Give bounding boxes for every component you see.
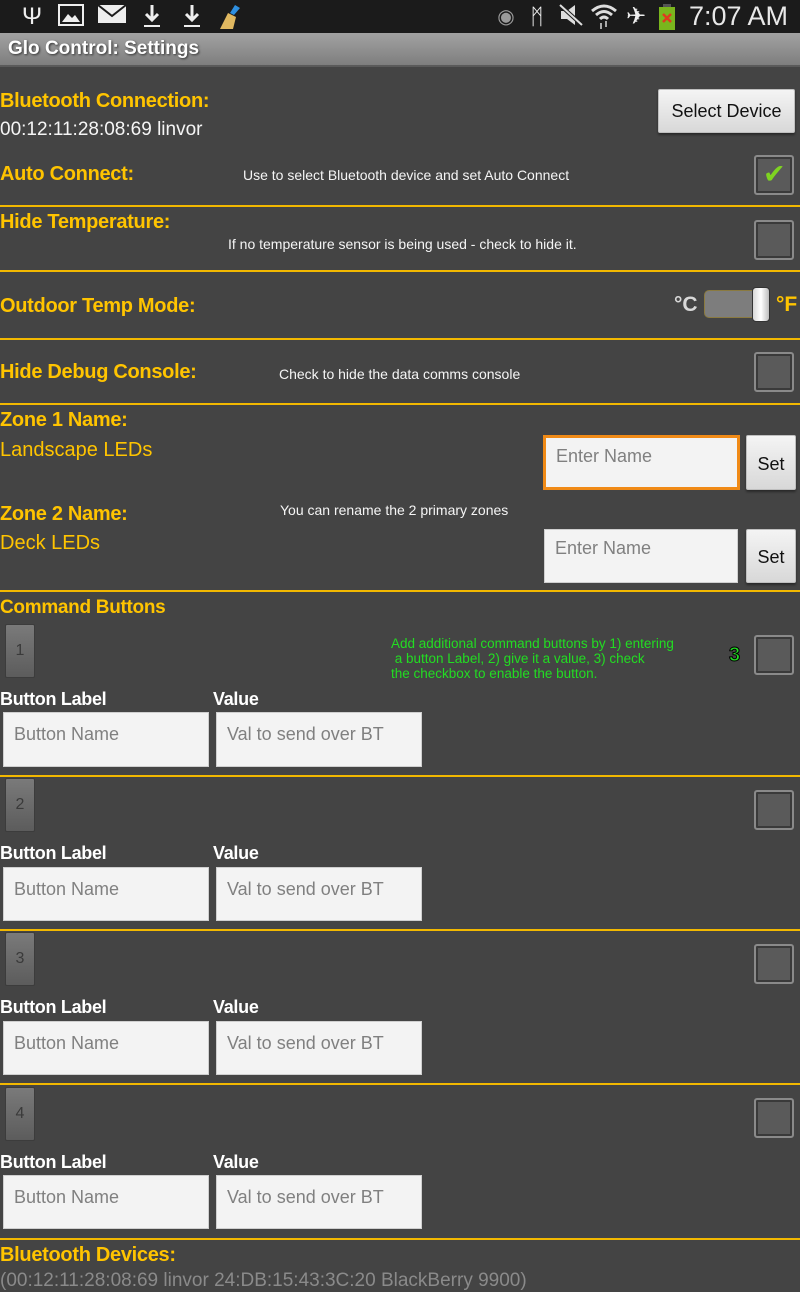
eye-icon: ◉ — [497, 6, 515, 28]
button-label-header: Button Label — [0, 997, 107, 1017]
mail-icon — [97, 3, 127, 31]
value-header: Value — [213, 1152, 259, 1172]
fahrenheit-label: °F — [776, 293, 798, 316]
zone-1-name: Landscape LEDs — [0, 439, 153, 461]
auto-connect-hint: Use to select Bluetooth device and set A… — [243, 167, 570, 183]
celsius-label: °C — [674, 293, 698, 316]
command-button-4-value-input[interactable]: Val to send over BT — [216, 1175, 422, 1229]
command-buttons-hint: Add additional command buttons by 1) ent… — [391, 636, 674, 681]
download-icon — [142, 3, 162, 31]
hide-debug-console-hint: Check to hide the data comms console — [279, 366, 521, 382]
command-button-3-value-input[interactable]: Val to send over BT — [216, 1021, 422, 1075]
command-button-1-label-input[interactable]: Button Name — [3, 712, 209, 767]
bluetooth-icon: ᛗ — [530, 4, 544, 29]
command-button-2-value-input[interactable]: Val to send over BT — [216, 867, 422, 921]
connected-device: 00:12:11:28:08:69 linvor — [0, 119, 203, 140]
command-button-3[interactable]: 3 — [5, 932, 35, 986]
divider — [0, 590, 800, 592]
hide-temperature-hint: If no temperature sensor is being used -… — [228, 236, 577, 252]
command-button-4-enable-checkbox[interactable] — [754, 1098, 794, 1138]
zone-1-label: Zone 1 Name: — [0, 409, 128, 431]
wifi-icon — [590, 3, 618, 31]
zones-hint: You can rename the 2 primary zones — [280, 502, 509, 518]
mute-icon — [558, 3, 584, 31]
select-device-button[interactable]: Select Device — [658, 89, 795, 133]
divider — [0, 929, 800, 931]
divider — [0, 1238, 800, 1240]
zone-2-set-button[interactable]: Set — [746, 529, 796, 583]
command-button-2[interactable]: 2 — [5, 778, 35, 832]
button-label-header: Button Label — [0, 1152, 107, 1172]
gallery-icon — [58, 3, 84, 31]
status-bar: Ψ ◉ ᛗ ✈ 7:07 AM — [0, 0, 800, 33]
value-header: Value — [213, 997, 259, 1017]
hide-debug-console-checkbox[interactable] — [754, 352, 794, 392]
zone-1-set-button[interactable]: Set — [746, 435, 796, 490]
zone-2-name: Deck LEDs — [0, 532, 101, 554]
value-header: Value — [213, 843, 259, 863]
hide-temperature-label: Hide Temperature: — [0, 211, 171, 233]
zone-2-label: Zone 2 Name: — [0, 503, 128, 525]
download-icon — [182, 3, 202, 31]
value-header: Value — [213, 689, 259, 709]
command-button-2-label-input[interactable]: Button Name — [3, 867, 209, 921]
command-button-3-enable-checkbox[interactable] — [754, 944, 794, 984]
command-button-4[interactable]: 4 — [5, 1087, 35, 1141]
command-button-1-value-input[interactable]: Val to send over BT — [216, 712, 422, 767]
usb-icon: Ψ — [22, 3, 43, 30]
step-3-marker: 3 — [728, 644, 741, 667]
airplane-icon: ✈ — [625, 3, 647, 30]
app-title: Glo Control: Settings — [8, 38, 200, 59]
hide-debug-console-label: Hide Debug Console: — [0, 361, 197, 383]
divider — [0, 205, 800, 207]
outdoor-temp-mode-label: Outdoor Temp Mode: — [0, 295, 196, 317]
temp-unit-toggle-thumb[interactable] — [752, 287, 770, 322]
app-title-bar: Glo Control: Settings — [0, 33, 800, 67]
divider — [0, 270, 800, 272]
bluetooth-devices-list: (00:12:11:28:08:69 linvor 24:DB:15:43:3C… — [0, 1270, 527, 1291]
auto-connect-label: Auto Connect: — [0, 163, 134, 185]
button-label-header: Button Label — [0, 689, 107, 709]
clock: 7:07 AM — [688, 1, 788, 31]
zone-2-name-input[interactable]: Enter Name — [544, 529, 738, 583]
hide-temperature-checkbox[interactable] — [754, 220, 794, 260]
divider — [0, 338, 800, 340]
command-button-2-enable-checkbox[interactable] — [754, 790, 794, 830]
battery-icon — [657, 3, 677, 31]
divider — [0, 403, 800, 405]
auto-connect-checkbox[interactable] — [754, 155, 794, 195]
command-buttons-title: Command Buttons — [0, 597, 166, 618]
command-button-3-label-input[interactable]: Button Name — [3, 1021, 209, 1075]
divider — [0, 1083, 800, 1085]
button-label-header: Button Label — [0, 843, 107, 863]
command-button-1[interactable]: 1 — [5, 624, 35, 678]
divider — [0, 775, 800, 777]
bluetooth-devices-label: Bluetooth Devices: — [0, 1244, 176, 1266]
zone-1-name-input[interactable]: Enter Name — [543, 435, 740, 490]
command-button-4-label-input[interactable]: Button Name — [3, 1175, 209, 1229]
cleaner-broom-icon — [218, 3, 244, 31]
command-button-1-enable-checkbox[interactable] — [754, 635, 794, 675]
bluetooth-connection-label: Bluetooth Connection: — [0, 90, 210, 112]
